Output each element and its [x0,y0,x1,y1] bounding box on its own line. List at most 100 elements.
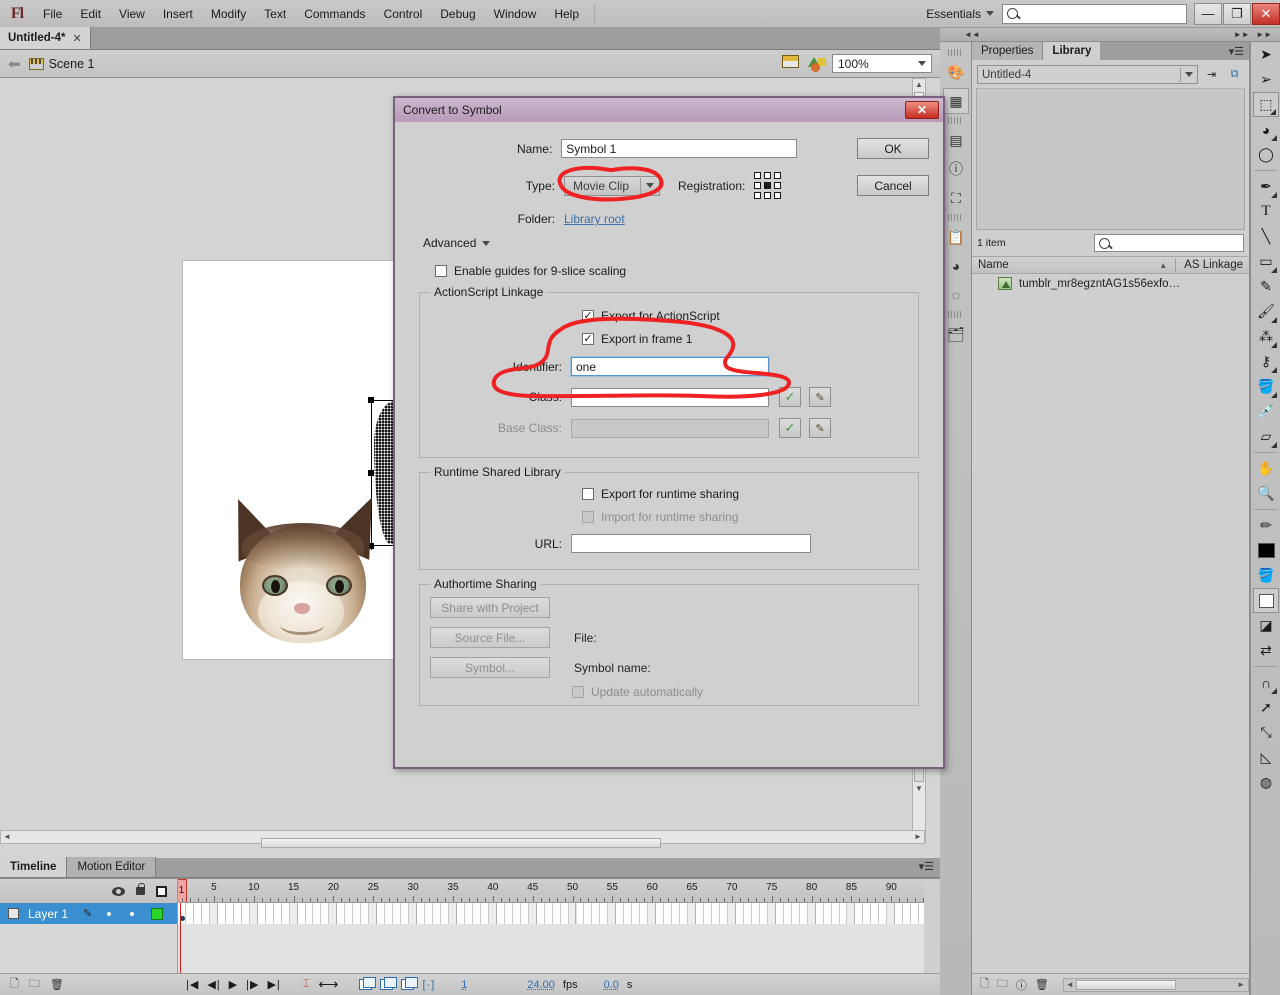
timeline-frame-cell[interactable] [281,903,290,924]
timeline-frame-cell[interactable] [704,903,712,924]
export-in-frame1-checkbox[interactable]: ✓ [582,333,594,345]
scroll-right-arrow[interactable]: ► [912,831,924,843]
scroll-left-arrow[interactable]: ◄ [1064,980,1076,989]
timeline-frame-cell[interactable] [249,903,258,924]
lasso-tool-icon[interactable]: ◯ [1253,142,1279,167]
components-panel-icon[interactable]: ◕ [943,253,969,279]
nine-slice-row[interactable]: Enable guides for 9-slice scaling [435,264,929,278]
timeline-frame-cell[interactable] [608,903,617,924]
menu-file[interactable]: File [34,3,71,25]
timeline-frame-cell[interactable] [719,903,728,924]
timeline-frame-cell[interactable] [759,903,768,924]
ok-button[interactable]: OK [857,138,929,159]
timeline-frame-cell[interactable] [369,903,378,924]
timeline-frame-cell[interactable] [576,903,585,924]
panel-menu-icon[interactable]: ▾☰ [919,860,934,873]
eraser-tool-icon[interactable]: ▱ [1253,424,1279,449]
column-header-name[interactable]: Name [978,259,1009,271]
fill-color-picker-icon[interactable]: 🪣 [1253,563,1279,588]
rectangle-tool-icon[interactable]: ▭ [1253,249,1279,274]
registration-cell[interactable] [774,182,782,189]
validate-class-button[interactable]: ✓ [779,387,801,407]
info-panel-icon[interactable]: ⓘ [943,156,969,182]
timeline-frame-cell[interactable] [815,903,824,924]
transform-panel-icon[interactable]: ⛶ [943,185,969,211]
timeline-frame-cell[interactable] [799,903,808,924]
menu-modify[interactable]: Modify [202,3,255,25]
timeline-frame-cell[interactable] [879,903,888,924]
eye-icon[interactable] [112,886,125,896]
tab-timeline[interactable]: Timeline [0,857,68,877]
frame-rate-value[interactable]: 24.00 [527,979,555,991]
goto-first-frame-button[interactable]: |◀ [186,978,199,991]
menu-window[interactable]: Window [485,3,546,25]
delete-icon[interactable]: 🗑 [1035,978,1049,991]
hand-tool-icon[interactable]: ✋ [1253,456,1279,481]
tab-motion-editor[interactable]: Motion Editor [67,857,157,877]
new-symbol-icon[interactable]: 🗋 [980,975,989,994]
timeline-frame-cell[interactable] [464,903,473,924]
outline-color-swatch[interactable] [151,907,164,920]
scroll-left-arrow[interactable]: ◄ [1,831,13,843]
timeline-frame-cell[interactable] [688,903,697,924]
timeline-frame-cell[interactable] [441,903,449,924]
timeline-frame-cell[interactable] [600,903,609,924]
timeline-frame-cell[interactable] [664,903,673,924]
export-for-actionscript-checkbox[interactable]: ✓ [582,310,594,322]
restore-button[interactable]: ❐ [1223,2,1251,25]
project-panel-icon[interactable]: 🗂 [943,321,969,347]
step-forward-button[interactable]: |▶ [246,978,259,991]
registration-cell[interactable] [754,172,762,179]
code-snippets-panel-icon[interactable]: 📋 [943,224,969,250]
dialog-close-button[interactable]: ✕ [905,101,939,119]
pencil-tool-icon[interactable]: ✎ [1253,274,1279,299]
timeline-frame-cell[interactable] [887,903,896,924]
tab-library[interactable]: Library [1043,42,1101,60]
timeline-frame-cell[interactable] [592,903,601,924]
timeline-frame-cell[interactable] [496,903,505,924]
panel-grip[interactable] [948,117,963,124]
class-input[interactable] [571,387,769,407]
timeline-frame-cell[interactable] [863,903,872,924]
edit-base-class-button[interactable]: ✎ [809,418,831,438]
collapse-left-icon[interactable]: ◄◄ [964,30,980,39]
line-tool-icon[interactable]: ╲ [1253,224,1279,249]
timeline-frame-cell[interactable] [185,903,194,924]
scroll-thumb[interactable] [261,838,661,848]
gradient-transform-tool-icon[interactable]: ◕ [1253,117,1279,142]
step-back-button[interactable]: ◀| [207,978,220,991]
align-panel-icon[interactable]: ▤ [943,127,969,153]
timeline-frame-cell[interactable] [536,903,545,924]
edit-multiple-frames-icon[interactable] [401,977,419,990]
symbol-type-select[interactable]: Movie Clip [564,175,660,196]
scroll-up-arrow[interactable]: ▲ [913,79,925,91]
new-folder-icon[interactable]: 🗀 [29,975,40,994]
zoom-level-select[interactable]: 100% [832,54,932,73]
edit-symbols-icon[interactable] [808,56,826,72]
timeline-frame-cell[interactable] [209,903,218,924]
snap-to-objects-icon[interactable]: ∩ [1253,670,1279,695]
registration-cell[interactable] [764,172,772,179]
onion-skin-icon[interactable] [359,977,377,990]
scroll-right-arrow[interactable]: ► [1234,980,1248,989]
timeline-frame-cell[interactable] [855,903,864,924]
remove-gradient-icon[interactable]: ◍ [1253,770,1279,795]
timeline-frame-cell[interactable] [385,903,394,924]
color-panel-icon[interactable]: 🎨 [943,59,969,85]
timeline-frame-cell[interactable] [353,903,362,924]
swap-colors-icon[interactable]: ⇄ [1253,638,1279,663]
panel-grip[interactable] [948,214,963,221]
timeline-frame-cell[interactable] [568,903,577,924]
selection-handle[interactable] [368,397,374,403]
symbol-name-input[interactable]: Symbol 1 [561,139,797,158]
menu-commands[interactable]: Commands [295,3,374,25]
timeline-frame-cell[interactable] [225,903,234,924]
play-button[interactable]: ▶ [229,978,238,991]
scroll-down-arrow[interactable]: ▼ [913,783,925,795]
timeline-frame-cell[interactable] [377,903,386,924]
subselection-tool-icon[interactable]: ➢ [1253,67,1279,92]
stroke-color-picker-icon[interactable]: ✏ [1253,513,1279,538]
timeline-frame-cell[interactable] [560,903,569,924]
timeline-frame-cell[interactable] [656,903,665,924]
timeline-frame-cell[interactable] [425,903,434,924]
